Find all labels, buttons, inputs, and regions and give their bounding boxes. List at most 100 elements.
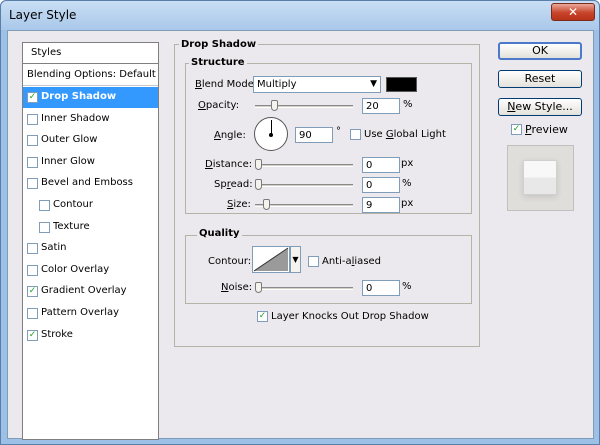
contour-picker[interactable] [252,246,290,273]
chevron-down-icon: ▼ [370,79,377,89]
noise-slider-thumb[interactable] [255,282,262,293]
style-item-inner-glow[interactable]: Inner Glow [23,152,158,173]
style-item-pattern-overlay[interactable]: Pattern Overlay [23,303,158,324]
blend-mode-label: Blend Mode: [195,79,258,90]
style-item-checkbox[interactable] [27,308,38,319]
style-item-outer-glow[interactable]: Outer Glow [23,130,158,151]
checkmark-icon: ✓ [28,329,37,340]
style-item-label: Outer Glow [41,134,98,146]
new-style-button[interactable]: New Style... [498,98,582,116]
style-item-label: Texture [53,220,90,232]
spread-unit: % [402,178,412,189]
noise-slider[interactable] [255,287,353,290]
contour-curve-icon [253,247,289,272]
opacity-slider[interactable] [255,105,353,108]
spread-label: Spread: [214,179,253,190]
opacity-unit: % [403,99,413,110]
noise-label: Noise: [221,282,253,293]
opacity-slider-thumb[interactable] [271,100,278,111]
noise-unit: % [402,281,412,292]
anti-aliased-checkbox[interactable] [308,256,319,267]
style-item-stroke[interactable]: ✓ Stroke [23,325,158,346]
style-item-label: Color Overlay [41,263,110,275]
distance-label: Distance: [205,159,253,170]
style-item-checkbox[interactable] [39,221,50,233]
style-item-contour[interactable]: Contour [23,195,158,216]
style-preview-sample [523,160,557,195]
styles-header[interactable]: Styles [23,43,158,64]
global-light-checkbox[interactable] [350,129,361,140]
distance-unit: px [401,158,414,169]
style-item-label: Contour [53,199,93,210]
anti-aliased-label: Anti-aliased [322,256,382,267]
style-item-label: Inner Glow [41,155,95,167]
style-item-label: Bevel and Emboss [41,177,133,189]
global-light-label: Use Global Light [364,129,446,140]
styles-list: Styles Blending Options: Default ✓ Drop S… [22,42,159,440]
style-item-gradient-overlay[interactable]: ✓ Gradient Overlay [23,281,158,302]
style-item-checkbox[interactable] [27,243,38,255]
noise-input[interactable]: 0 [362,280,400,296]
style-item-checkbox[interactable] [27,178,38,190]
reset-button[interactable]: Reset [498,70,582,88]
style-item-label: Satin [41,242,67,254]
drop-shadow-title: Drop Shadow [179,39,259,50]
style-preview-swatch [507,145,574,211]
style-item-label: Stroke [41,328,73,340]
contour-label: Contour: [208,256,252,267]
style-item-label: Pattern Overlay [41,307,120,318]
size-input[interactable]: 9 [362,197,400,213]
size-slider-thumb[interactable] [263,199,270,210]
knockout-checkbox[interactable]: ✓ [257,311,268,322]
spread-input[interactable]: 0 [362,177,400,193]
angle-label: Angle: [214,130,246,141]
shadow-color-swatch[interactable] [386,77,417,92]
chevron-down-icon: ▼ [292,255,299,264]
title-bar[interactable]: Layer Style ✕ [1,1,599,30]
style-item-checkbox[interactable] [27,264,38,276]
style-item-texture[interactable]: Texture [23,217,158,238]
checkmark-icon: ✓ [28,92,37,102]
quality-group [185,235,472,304]
distance-slider-thumb[interactable] [255,159,262,170]
style-item-label: Drop Shadow [41,91,117,102]
style-item-checkbox[interactable] [27,156,38,168]
dialog-client: Styles Blending Options: Default ✓ Drop S… [7,30,594,440]
style-item-checkbox[interactable]: ✓ [27,329,38,341]
style-item-drop-shadow[interactable]: ✓ Drop Shadow [23,87,158,108]
style-item-checkbox[interactable] [27,113,38,125]
style-item-label: Gradient Overlay [41,285,127,297]
distance-input[interactable]: 0 [362,157,400,173]
size-label: Size: [227,199,251,210]
structure-title: Structure [189,57,247,68]
style-item-bevel-and-emboss[interactable]: Bevel and Emboss [23,173,158,194]
quality-title: Quality [197,228,242,239]
preview-label: Preview [525,123,568,136]
angle-input[interactable]: 90 [295,127,333,143]
preview-checkbox[interactable]: ✓ [511,124,522,135]
distance-slider[interactable] [255,164,353,167]
style-item-checkbox[interactable] [39,200,50,211]
spread-slider-thumb[interactable] [255,179,262,190]
style-item-label: Inner Shadow [41,112,110,124]
close-button[interactable]: ✕ [551,3,595,21]
opacity-label: Opacity: [198,100,240,111]
opacity-input[interactable]: 20 [362,98,400,114]
style-item-checkbox[interactable]: ✓ [27,286,38,298]
checkmark-icon: ✓ [512,124,521,134]
spread-slider[interactable] [255,184,353,187]
style-item-checkbox[interactable]: ✓ [27,92,38,103]
style-item-color-overlay[interactable]: Color Overlay [23,260,158,281]
dialog-window: Layer Style ✕ Styles Blending Options: D… [0,0,600,445]
style-item-checkbox[interactable] [27,135,38,147]
blending-options-item[interactable]: Blending Options: Default [23,65,158,86]
contour-dropdown-arrow[interactable]: ▼ [290,246,301,273]
style-item-satin[interactable]: Satin [23,238,158,259]
angle-dial[interactable] [254,117,288,151]
blend-mode-value: Multiply [257,79,297,90]
knockout-label: Layer Knocks Out Drop Shadow [271,311,429,322]
angle-center-dot [269,133,273,137]
blend-mode-select[interactable]: Multiply ▼ [253,76,381,93]
ok-button[interactable]: OK [498,42,582,60]
style-item-inner-shadow[interactable]: Inner Shadow [23,109,158,130]
